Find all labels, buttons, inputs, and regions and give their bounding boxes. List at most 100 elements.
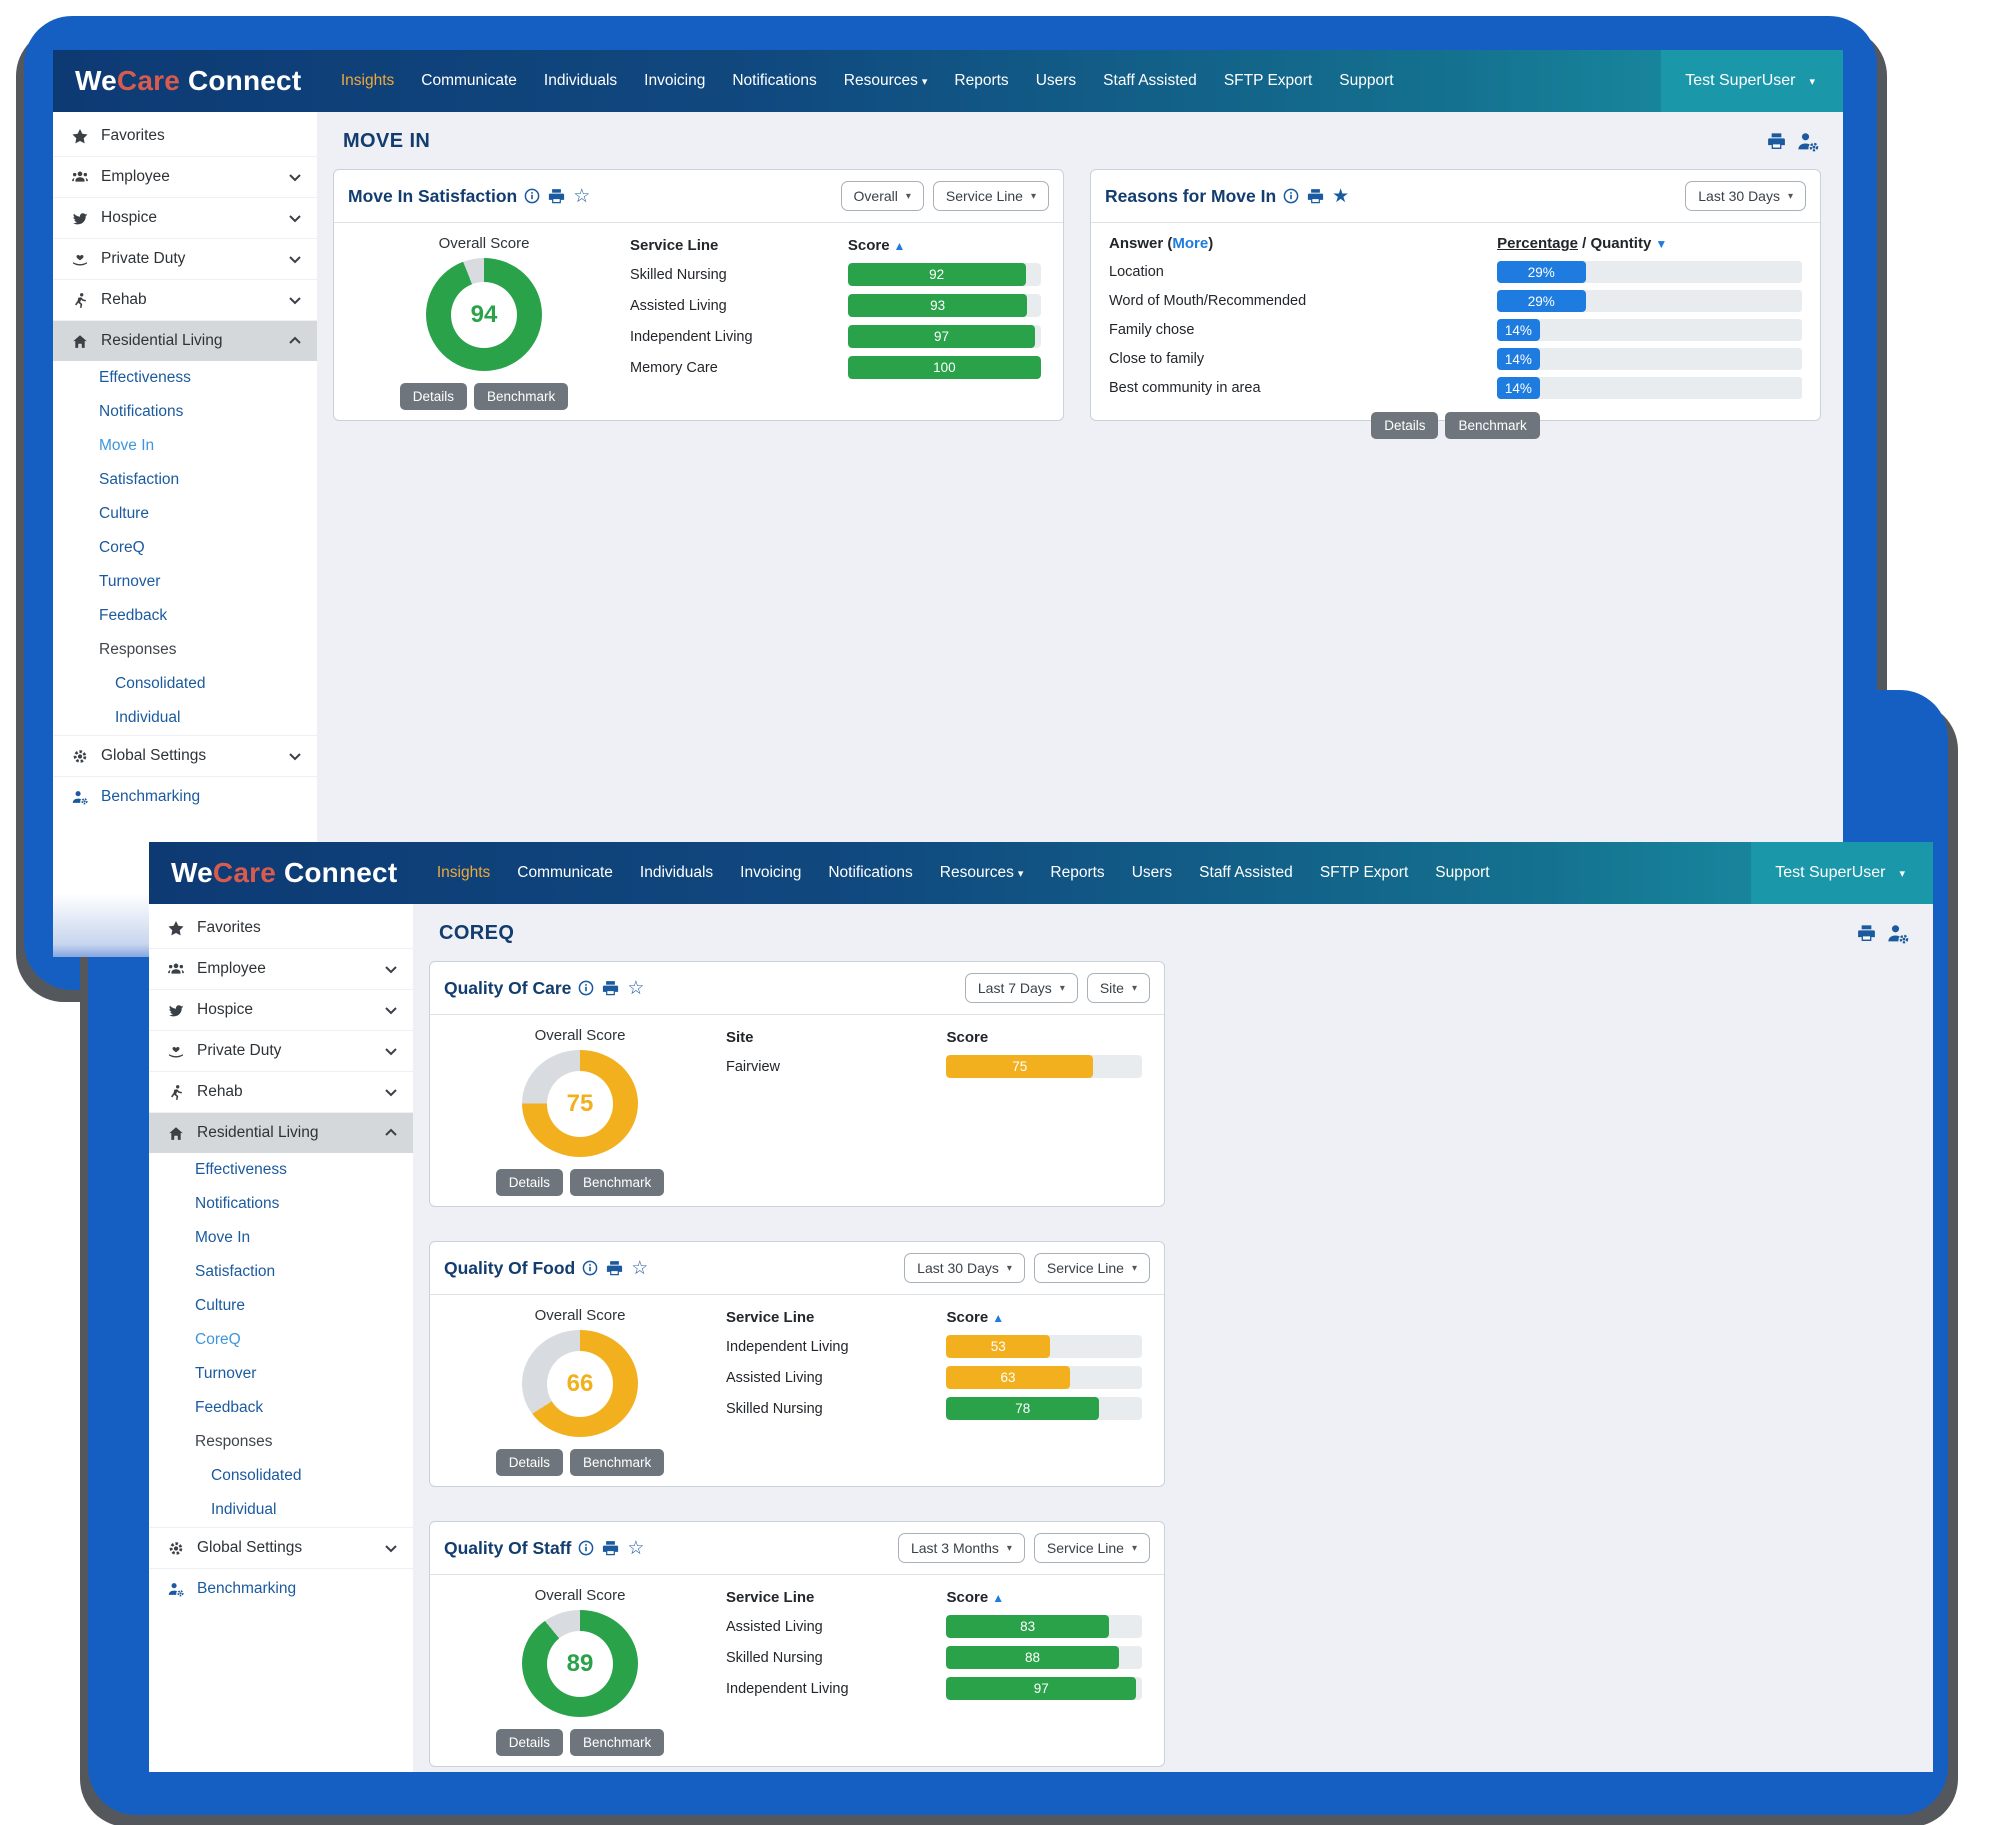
sidebar-item-residential-living[interactable]: Residential Living: [149, 1112, 413, 1153]
print-card-icon[interactable]: [605, 1259, 624, 1278]
user-settings-icon[interactable]: [1887, 923, 1909, 945]
user-menu[interactable]: Test SuperUser▾: [1751, 842, 1933, 904]
sidebar-item-benchmarking[interactable]: Benchmarking: [53, 776, 317, 817]
sidebar-link-notifications[interactable]: Notifications: [53, 395, 317, 429]
nav-individuals[interactable]: Individuals: [530, 50, 630, 112]
nav-reports[interactable]: Reports: [1037, 842, 1118, 904]
print-page-icon[interactable]: [1766, 131, 1787, 152]
sidebar-link-turnover[interactable]: Turnover: [149, 1357, 413, 1391]
details-button[interactable]: Details: [400, 383, 467, 410]
sidebar-item-favorites[interactable]: Favorites: [53, 116, 317, 156]
sidebar-item-residential-living[interactable]: Residential Living: [53, 320, 317, 361]
sidebar-item-global-settings[interactable]: Global Settings: [53, 735, 317, 776]
sidebar-item-employee[interactable]: Employee: [149, 948, 413, 989]
details-button[interactable]: Details: [496, 1449, 563, 1476]
print-card-icon[interactable]: [601, 979, 620, 998]
nav-invoicing[interactable]: Invoicing: [727, 842, 815, 904]
print-card-icon[interactable]: [1306, 187, 1325, 206]
sidebar-item-favorites[interactable]: Favorites: [149, 908, 413, 948]
sidebar-link-satisfaction[interactable]: Satisfaction: [149, 1255, 413, 1289]
nav-users[interactable]: Users: [1022, 50, 1089, 112]
print-card-icon[interactable]: [601, 1539, 620, 1558]
sidebar-link-move-in[interactable]: Move In: [53, 429, 317, 463]
info-icon[interactable]: [578, 1540, 594, 1556]
filter-service-line[interactable]: Service Line▾: [1034, 1533, 1150, 1563]
nav-notifications[interactable]: Notifications: [719, 50, 830, 112]
favorite-star-icon[interactable]: ☆: [627, 979, 644, 998]
print-card-icon[interactable]: [547, 187, 566, 206]
benchmark-button[interactable]: Benchmark: [1445, 412, 1539, 439]
favorite-star-icon[interactable]: ★: [1332, 187, 1349, 206]
sidebar-link-coreq[interactable]: CoreQ: [149, 1323, 413, 1357]
favorite-star-icon[interactable]: ☆: [631, 1259, 648, 1278]
benchmark-button[interactable]: Benchmark: [474, 383, 568, 410]
sidebar-item-rehab[interactable]: Rehab: [149, 1071, 413, 1112]
sidebar-item-global-settings[interactable]: Global Settings: [149, 1527, 413, 1568]
sidebar-link-culture[interactable]: Culture: [149, 1289, 413, 1323]
filter-service-line[interactable]: Service Line▾: [1034, 1253, 1150, 1283]
benchmark-button[interactable]: Benchmark: [570, 1729, 664, 1756]
nav-sftp-export[interactable]: SFTP Export: [1306, 842, 1421, 904]
benchmark-button[interactable]: Benchmark: [570, 1169, 664, 1196]
filter-site[interactable]: Site▾: [1087, 973, 1150, 1003]
sidebar-link-consolidated[interactable]: Consolidated: [149, 1459, 413, 1493]
nav-notifications[interactable]: Notifications: [815, 842, 926, 904]
nav-reports[interactable]: Reports: [941, 50, 1022, 112]
nav-sftp-export[interactable]: SFTP Export: [1210, 50, 1325, 112]
sidebar-link-feedback[interactable]: Feedback: [53, 599, 317, 633]
sidebar-link-feedback[interactable]: Feedback: [149, 1391, 413, 1425]
sidebar-link-coreq[interactable]: CoreQ: [53, 531, 317, 565]
brand-logo[interactable]: WeCare Connect: [53, 65, 327, 97]
filter-date-range[interactable]: Last 30 Days▾: [904, 1253, 1025, 1283]
nav-resources[interactable]: Resources▾: [830, 50, 941, 113]
more-link[interactable]: More: [1172, 235, 1208, 252]
nav-resources[interactable]: Resources▾: [926, 842, 1037, 905]
sidebar-item-hospice[interactable]: Hospice: [149, 989, 413, 1030]
nav-users[interactable]: Users: [1118, 842, 1185, 904]
favorite-star-icon[interactable]: ☆: [573, 187, 590, 206]
filter-overall[interactable]: Overall▾: [841, 181, 924, 211]
print-page-icon[interactable]: [1856, 923, 1877, 944]
percentage-quantity-header[interactable]: Percentage / Quantity▼: [1497, 235, 1802, 252]
details-button[interactable]: Details: [496, 1729, 563, 1756]
sidebar-link-responses[interactable]: Responses: [149, 1425, 413, 1459]
nav-invoicing[interactable]: Invoicing: [631, 50, 719, 112]
benchmark-button[interactable]: Benchmark: [570, 1449, 664, 1476]
sidebar-link-satisfaction[interactable]: Satisfaction: [53, 463, 317, 497]
sidebar-link-turnover[interactable]: Turnover: [53, 565, 317, 599]
score-sort-header[interactable]: Score▲: [848, 237, 1041, 254]
filter-service-line[interactable]: Service Line▾: [933, 181, 1049, 211]
sidebar-link-notifications[interactable]: Notifications: [149, 1187, 413, 1221]
filter-date-range[interactable]: Last 30 Days▾: [1685, 181, 1806, 211]
sidebar-item-private-duty[interactable]: Private Duty: [149, 1030, 413, 1071]
sidebar-link-individual[interactable]: Individual: [53, 701, 317, 735]
nav-communicate[interactable]: Communicate: [408, 50, 531, 112]
filter-date-range[interactable]: Last 3 Months▾: [898, 1533, 1025, 1563]
nav-support[interactable]: Support: [1422, 842, 1503, 904]
details-button[interactable]: Details: [496, 1169, 563, 1196]
score-header[interactable]: Score: [946, 1029, 1142, 1046]
user-settings-icon[interactable]: [1797, 131, 1819, 153]
sidebar-link-culture[interactable]: Culture: [53, 497, 317, 531]
nav-insights[interactable]: Insights: [327, 50, 407, 112]
details-button[interactable]: Details: [1371, 412, 1438, 439]
sidebar-link-effectiveness[interactable]: Effectiveness: [149, 1153, 413, 1187]
sidebar-link-effectiveness[interactable]: Effectiveness: [53, 361, 317, 395]
score-sort-header[interactable]: Score▲: [946, 1309, 1142, 1326]
nav-staff-assisted[interactable]: Staff Assisted: [1186, 842, 1307, 904]
sidebar-link-individual[interactable]: Individual: [149, 1493, 413, 1527]
sidebar-link-move-in[interactable]: Move In: [149, 1221, 413, 1255]
nav-insights[interactable]: Insights: [423, 842, 503, 904]
nav-individuals[interactable]: Individuals: [626, 842, 726, 904]
nav-staff-assisted[interactable]: Staff Assisted: [1090, 50, 1211, 112]
filter-date-range[interactable]: Last 7 Days▾: [965, 973, 1078, 1003]
nav-communicate[interactable]: Communicate: [504, 842, 627, 904]
info-icon[interactable]: [582, 1260, 598, 1276]
user-menu[interactable]: Test SuperUser▾: [1661, 50, 1843, 112]
sidebar-item-hospice[interactable]: Hospice: [53, 197, 317, 238]
sidebar-item-benchmarking[interactable]: Benchmarking: [149, 1568, 413, 1609]
score-sort-header[interactable]: Score▲: [946, 1589, 1142, 1606]
sidebar-item-private-duty[interactable]: Private Duty: [53, 238, 317, 279]
favorite-star-icon[interactable]: ☆: [627, 1539, 644, 1558]
info-icon[interactable]: [578, 980, 594, 996]
